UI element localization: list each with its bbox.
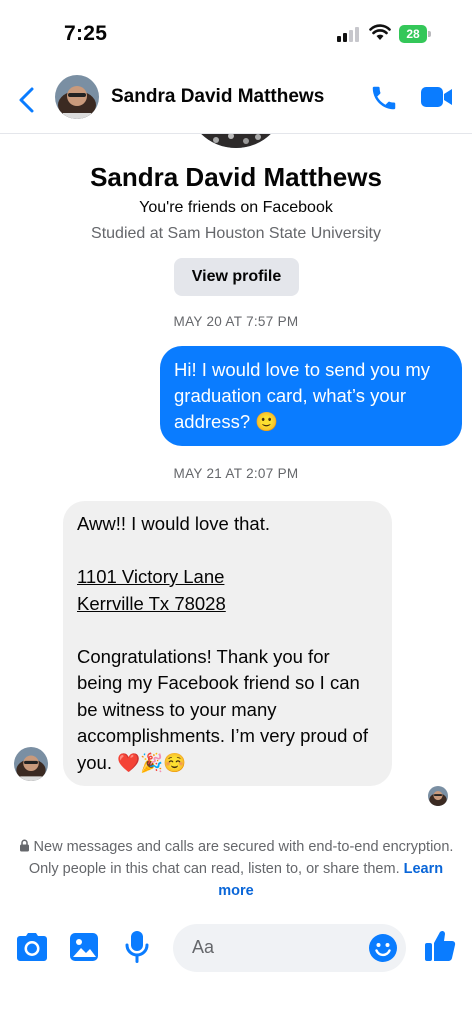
message-input-placeholder: Aa xyxy=(192,937,215,957)
address-link-street[interactable]: 1101 Victory Lane xyxy=(77,564,378,591)
view-profile-button[interactable]: View profile xyxy=(174,258,299,296)
read-receipt-avatar xyxy=(428,786,448,806)
status-time: 7:25 xyxy=(64,22,108,45)
message-text: Aww!! I would love that. xyxy=(77,513,270,534)
battery-indicator: 28 xyxy=(399,25,427,43)
incoming-message[interactable]: Aww!! I would love that. 1101 Victory La… xyxy=(63,501,392,786)
encryption-notice: New messages and calls are secured with … xyxy=(16,836,456,902)
address-link-city[interactable]: Kerrville Tx 78028 xyxy=(77,591,378,618)
avatar[interactable] xyxy=(55,75,99,119)
message-timestamp: MAY 21 AT 2:07 PM xyxy=(173,466,299,481)
encryption-text: New messages and calls are secured with … xyxy=(28,839,454,877)
lock-icon xyxy=(19,839,29,852)
video-camera-icon[interactable] xyxy=(420,85,454,109)
signal-icon xyxy=(337,27,359,42)
profile-photo xyxy=(186,134,286,148)
thumbs-up-icon[interactable] xyxy=(424,929,456,963)
phone-icon[interactable] xyxy=(368,83,400,113)
profile-name: Sandra David Matthews xyxy=(90,162,382,192)
header-contact-name[interactable]: Sandra David Matthews xyxy=(111,86,324,108)
back-chevron-icon[interactable] xyxy=(16,86,38,114)
emoji-icon[interactable] xyxy=(368,933,398,963)
outgoing-message[interactable]: Hi! I would love to send you my graduati… xyxy=(160,346,462,446)
education-info: Studied at Sam Houston State University xyxy=(91,225,381,242)
camera-icon[interactable] xyxy=(16,932,48,962)
battery-tip xyxy=(428,31,431,37)
battery-level: 28 xyxy=(406,27,420,41)
message-timestamp: MAY 20 AT 7:57 PM xyxy=(173,314,299,329)
sender-avatar[interactable] xyxy=(14,747,48,781)
message-text: Congratulations! Thank you for being my … xyxy=(77,645,368,773)
microphone-icon[interactable] xyxy=(124,930,150,964)
gallery-icon[interactable] xyxy=(69,932,99,962)
friends-status: You're friends on Facebook xyxy=(139,199,333,216)
wifi-icon xyxy=(369,24,391,40)
